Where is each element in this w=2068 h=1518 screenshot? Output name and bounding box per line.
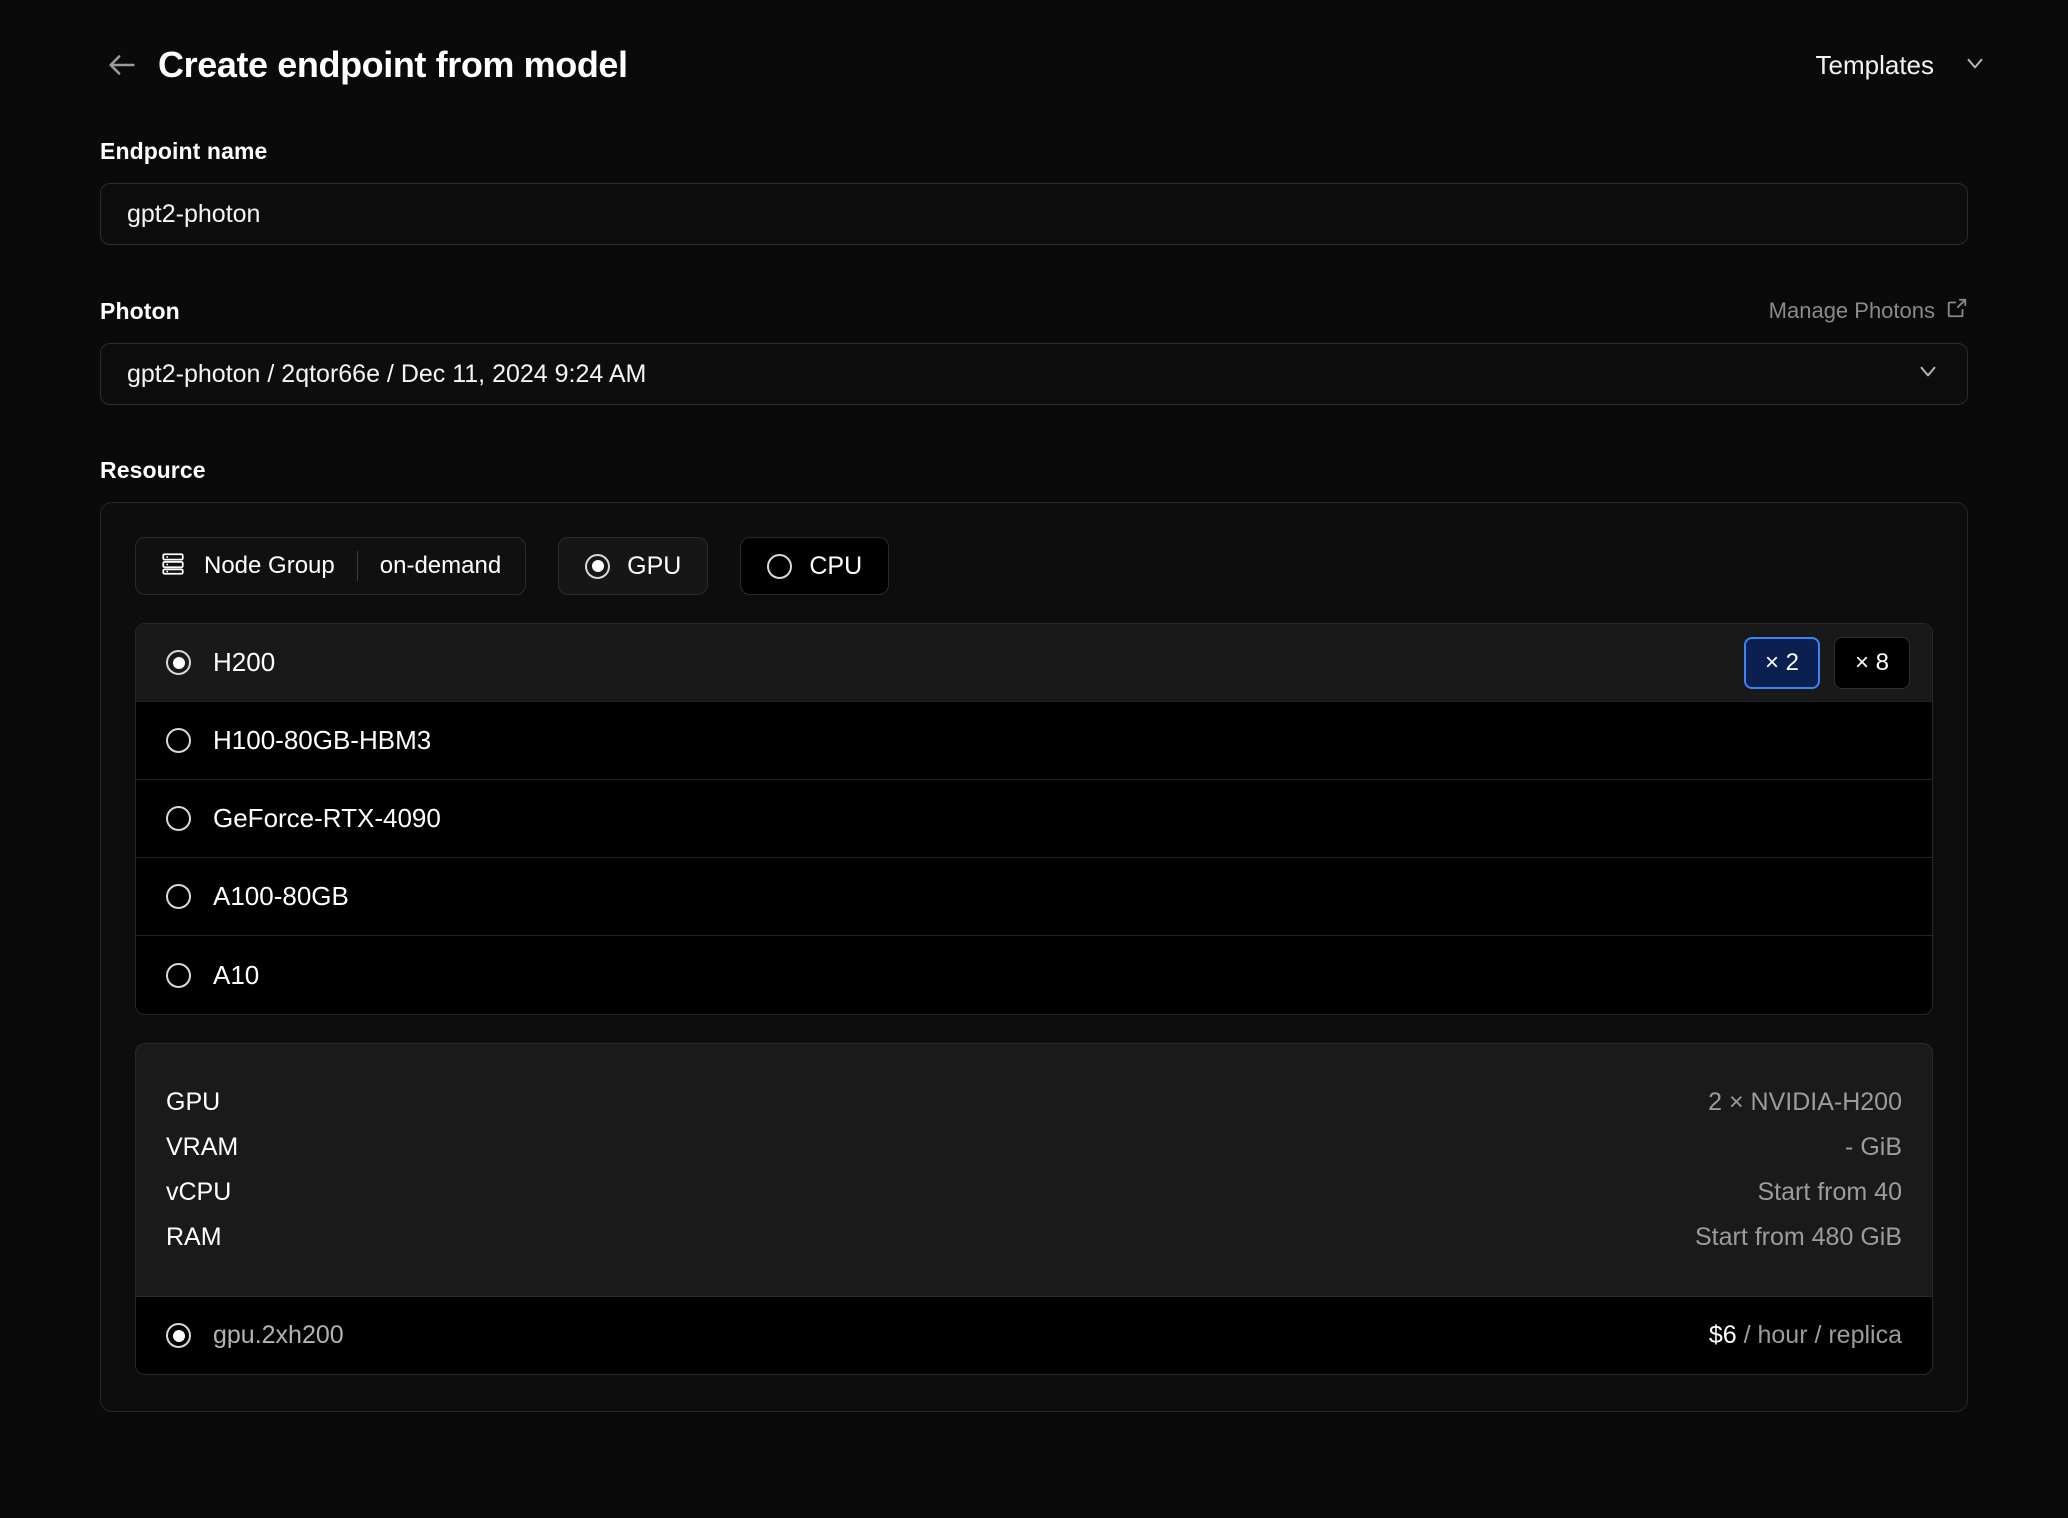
spec-value: - GiB [1845, 1133, 1902, 1161]
spec-row: RAM Start from 480 GiB [166, 1215, 1902, 1260]
plan-name: gpu.2xh200 [213, 1321, 344, 1349]
spec-key: vCPU [166, 1178, 232, 1206]
resource-card: Node Group on-demand GPU CPU H200 × 2 × … [100, 502, 1968, 1412]
gpu-option-left: A100-80GB [166, 881, 349, 912]
spec-row: vCPU Start from 40 [166, 1170, 1902, 1215]
gpu-count-badges: × 2 × 8 [1744, 636, 1910, 689]
templates-dropdown[interactable]: Templates [1816, 50, 2003, 81]
divider [356, 551, 358, 581]
compute-type-cpu[interactable]: CPU [740, 537, 890, 595]
gpu-option-row[interactable]: H100-80GB-HBM3 [136, 702, 1932, 780]
node-group-label: Node Group [204, 552, 335, 579]
plan-row[interactable]: gpu.2xh200 $6 / hour / replica [136, 1296, 1932, 1374]
gpu-option-label: A100-80GB [213, 881, 349, 911]
radio-icon [767, 553, 793, 579]
plan-left: gpu.2xh200 [166, 1321, 344, 1350]
gpu-count-badge-8[interactable]: × 8 [1834, 636, 1910, 689]
manage-photons-label: Manage Photons [1768, 298, 1935, 323]
gpu-option-left: A10 [166, 960, 259, 991]
spec-key: VRAM [166, 1133, 239, 1161]
compute-type-gpu-label: GPU [627, 551, 682, 580]
spec-key: RAM [166, 1223, 222, 1251]
endpoint-name-input[interactable]: gpt2-photon [100, 183, 1968, 245]
chevron-down-icon [1915, 358, 1941, 391]
page-header: Create endpoint from model Templates [0, 0, 2068, 96]
gpu-option-row[interactable]: H200 × 2 × 8 [136, 624, 1932, 702]
spec-value: Start from 480 GiB [1694, 1223, 1902, 1251]
spec-value: Start from 40 [1757, 1178, 1903, 1206]
chevron-down-icon [1962, 50, 1988, 81]
gpu-option-row[interactable]: GeForce-RTX-4090 [136, 780, 1932, 858]
external-link-icon [1946, 297, 1968, 325]
gpu-option-label: H200 [213, 647, 276, 677]
gpu-option-left: H100-80GB-HBM3 [166, 725, 431, 756]
back-button[interactable] [100, 43, 144, 87]
radio-icon [166, 1323, 191, 1348]
page-title: Create endpoint from model [158, 44, 628, 85]
gpu-option-row[interactable]: A100-80GB [136, 858, 1932, 936]
spec-rows: GPU 2 × NVIDIA-H200 VRAM - GiB vCPU Star… [136, 1044, 1932, 1296]
radio-icon [166, 962, 191, 988]
gpu-option-left: H200 [166, 647, 275, 678]
photon-label-row: Photon Manage Photons [100, 297, 1968, 325]
radio-icon [166, 806, 191, 831]
plan-price-amount: $6 [1708, 1321, 1737, 1349]
gpu-option-list: H200 × 2 × 8 H100-80GB-HBM3 GeForce-RTX-… [135, 623, 1933, 1015]
endpoint-name-label: Endpoint name [100, 138, 268, 164]
spec-row: GPU 2 × NVIDIA-H200 [166, 1080, 1902, 1125]
spec-row: VRAM - GiB [166, 1125, 1902, 1170]
plan-price-unit: / hour / replica [1736, 1321, 1902, 1349]
gpu-option-left: GeForce-RTX-4090 [166, 803, 441, 834]
gpu-count-badge-2[interactable]: × 2 [1744, 636, 1820, 689]
resource-toolbar: Node Group on-demand GPU CPU [135, 537, 1933, 595]
compute-type-gpu[interactable]: GPU [558, 537, 709, 595]
spec-value: 2 × NVIDIA-H200 [1708, 1088, 1902, 1116]
resource-spec-panel: GPU 2 × NVIDIA-H200 VRAM - GiB vCPU Star… [135, 1043, 1933, 1375]
plan-price: $6 / hour / replica [1709, 1321, 1902, 1350]
endpoint-name-value: gpt2-photon [127, 199, 261, 228]
radio-icon [585, 553, 611, 579]
photon-label: Photon [100, 298, 180, 324]
gpu-option-label: H100-80GB-HBM3 [213, 725, 432, 755]
gpu-option-label: GeForce-RTX-4090 [213, 803, 441, 833]
photon-select[interactable]: gpt2-photon / 2qtor66e / Dec 11, 2024 9:… [100, 343, 1968, 405]
server-stack-icon [160, 551, 186, 582]
node-group-value: on-demand [379, 552, 502, 579]
radio-icon [166, 728, 191, 753]
node-group-selector[interactable]: Node Group on-demand [135, 537, 527, 595]
photon-selected-value: gpt2-photon / 2qtor66e / Dec 11, 2024 9:… [127, 359, 647, 388]
gpu-option-row[interactable]: A10 [136, 936, 1932, 1014]
templates-label: Templates [1815, 49, 1935, 80]
gpu-option-label: A10 [213, 959, 260, 990]
manage-photons-link[interactable]: Manage Photons [1769, 297, 1968, 325]
arrow-left-icon [105, 48, 139, 82]
compute-type-cpu-label: CPU [809, 551, 863, 580]
create-endpoint-page: Create endpoint from model Templates End… [0, 0, 2068, 1518]
page-content: Endpoint name gpt2-photon Photon Manage … [0, 96, 2068, 1412]
resource-label: Resource [100, 457, 206, 483]
radio-icon [166, 884, 191, 909]
spec-key: GPU [166, 1088, 221, 1116]
radio-icon [166, 650, 191, 675]
